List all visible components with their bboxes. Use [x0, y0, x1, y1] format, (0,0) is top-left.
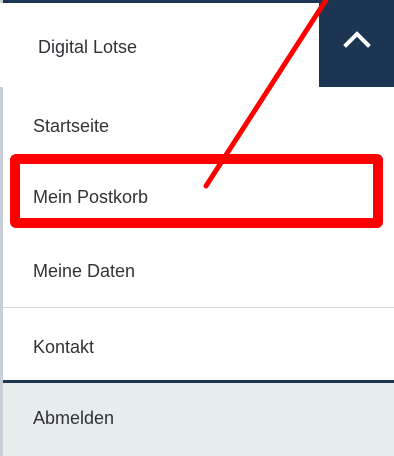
annotation-highlight-box [10, 154, 383, 228]
nav-item-meine-daten[interactable]: Meine Daten [3, 235, 394, 305]
nav-item-label: Startseite [33, 116, 110, 136]
nav-item-startseite[interactable]: Startseite [3, 87, 394, 163]
chevron-up-icon [343, 31, 371, 48]
nav-item-kontakt[interactable]: Kontakt [3, 308, 394, 381]
navigation-menu: Digital Lotse Startseite Mein Postkorb M… [0, 0, 394, 456]
nav-item-label: Kontakt [33, 337, 95, 357]
app-title: Digital Lotse [38, 37, 138, 57]
nav-item-label: Meine Daten [33, 261, 136, 281]
logout-label: Abmelden [33, 408, 115, 428]
logout-button[interactable]: Abmelden [3, 383, 394, 456]
